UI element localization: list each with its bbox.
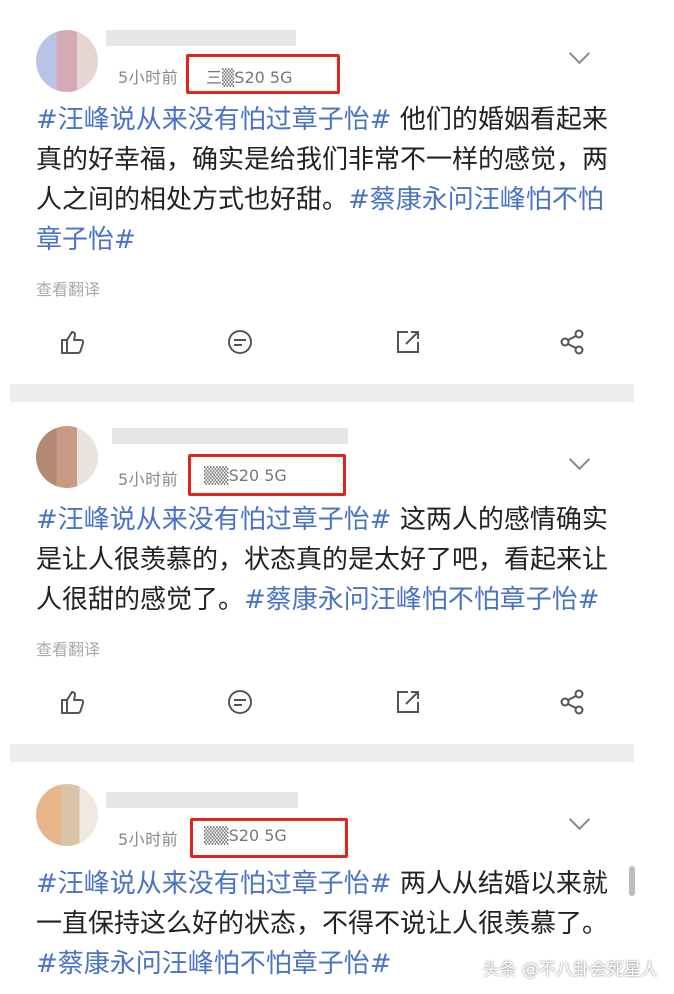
- avatar[interactable]: [36, 784, 98, 846]
- post-text: #汪峰说从来没有怕过章子怡# 这两人的感情确实是让人很羡慕的，状态真的是太好了吧…: [36, 500, 626, 620]
- post-card: 5小时前 ▒▒S20 5G #汪峰说从来没有怕过章子怡# 这两人的感情确实是让人…: [0, 402, 674, 742]
- repost-icon[interactable]: [394, 688, 422, 716]
- comment-icon[interactable]: [226, 688, 254, 716]
- hashtag-link[interactable]: #汪峰说从来没有怕过章子怡#: [36, 505, 392, 535]
- watermark: 头条 @不八卦会死星人: [482, 960, 658, 980]
- translate-link[interactable]: 查看翻译: [36, 276, 100, 300]
- post-time: 5小时前: [118, 470, 179, 489]
- post-time: 5小时前: [118, 68, 179, 87]
- post-time: 5小时前: [118, 830, 179, 849]
- translate-link[interactable]: 查看翻译: [36, 636, 100, 660]
- share-icon[interactable]: [558, 328, 586, 356]
- avatar[interactable]: [36, 30, 98, 92]
- chevron-down-icon[interactable]: [568, 448, 591, 471]
- post-card: 5小时前 三▒S20 5G #汪峰说从来没有怕过章子怡# 他们的婚姻看起来真的好…: [0, 0, 674, 380]
- hashtag-link[interactable]: #蔡康永问汪峰怕不怕章子怡#: [36, 949, 392, 979]
- highlight-box: [188, 454, 346, 496]
- scrollbar[interactable]: [629, 866, 635, 896]
- separator: [10, 384, 634, 402]
- repost-icon[interactable]: [394, 328, 422, 356]
- post-text: #汪峰说从来没有怕过章子怡# 他们的婚姻看起来真的好幸福，确实是给我们非常不一样…: [36, 100, 626, 260]
- username-blurred: [112, 428, 348, 444]
- highlight-box: [190, 818, 348, 858]
- chevron-down-icon[interactable]: [568, 42, 591, 65]
- username-blurred: [106, 30, 296, 46]
- highlight-box: [186, 54, 340, 94]
- comment-icon[interactable]: [226, 328, 254, 356]
- username-blurred: [106, 792, 298, 808]
- share-icon[interactable]: [558, 688, 586, 716]
- hashtag-link[interactable]: #蔡康永问汪峰怕不怕章子怡#: [244, 585, 600, 615]
- separator: [10, 744, 634, 762]
- hashtag-link[interactable]: #汪峰说从来没有怕过章子怡#: [36, 869, 392, 899]
- like-icon[interactable]: [58, 328, 86, 356]
- like-icon[interactable]: [58, 688, 86, 716]
- avatar[interactable]: [36, 426, 98, 488]
- chevron-down-icon[interactable]: [568, 808, 591, 831]
- hashtag-link[interactable]: #汪峰说从来没有怕过章子怡#: [36, 105, 392, 135]
